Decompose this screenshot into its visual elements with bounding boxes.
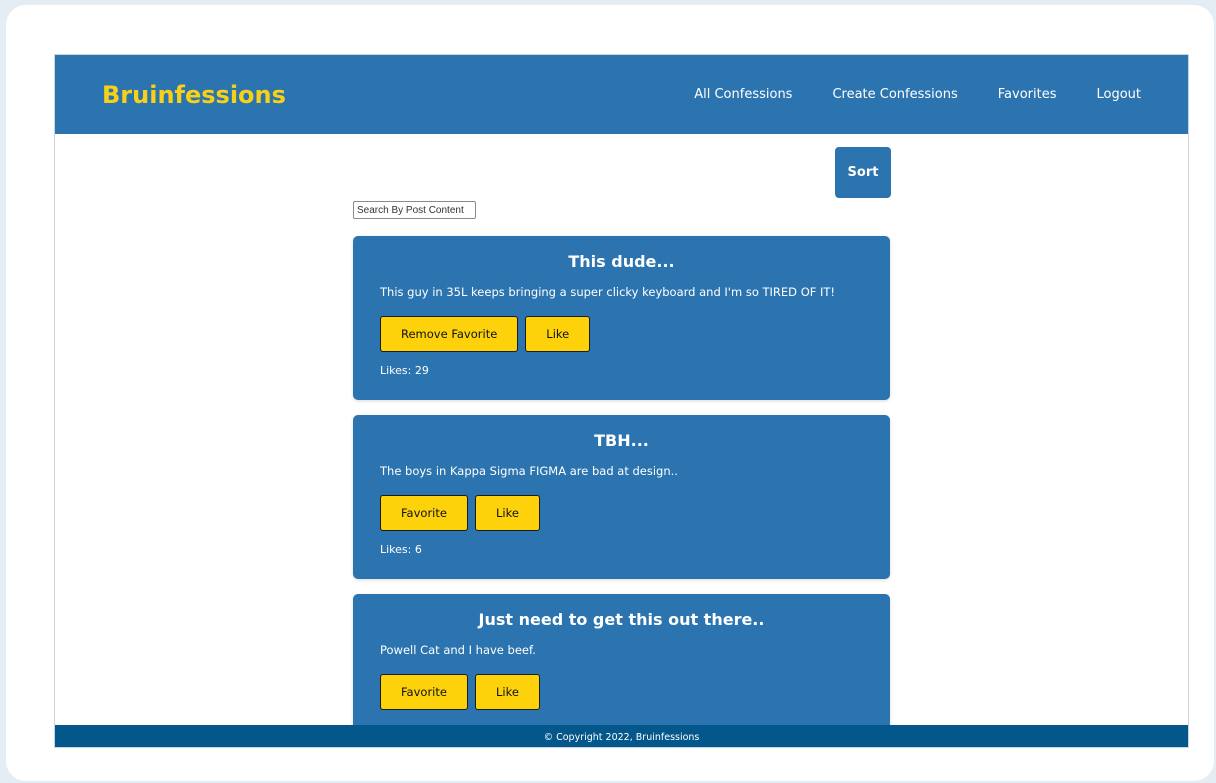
post-actions: Remove Favorite Like [380, 316, 863, 352]
nav-link-logout[interactable]: Logout [1096, 87, 1141, 102]
like-button[interactable]: Like [474, 674, 540, 710]
app-frame: Bruinfessions All Confessions Create Con… [54, 54, 1189, 748]
nav-link-create-confessions[interactable]: Create Confessions [832, 87, 957, 102]
navbar: Bruinfessions All Confessions Create Con… [55, 55, 1188, 134]
post-title: Just need to get this out there.. [478, 610, 765, 629]
nav-link-all-confessions[interactable]: All Confessions [694, 87, 792, 102]
nav-link-favorites[interactable]: Favorites [998, 87, 1057, 102]
post-actions: Favorite Like [380, 674, 863, 710]
post-actions: Favorite Like [380, 495, 863, 531]
post-card: This dude... This guy in 35L keeps bring… [353, 236, 890, 400]
post-body: The boys in Kappa Sigma FIGMA are bad at… [380, 464, 678, 478]
nav-links: All Confessions Create Confessions Favor… [654, 87, 1141, 102]
outer-card: Bruinfessions All Confessions Create Con… [6, 5, 1214, 781]
like-button[interactable]: Like [474, 495, 540, 531]
copyright-text: © Copyright 2022, Bruinfessions [543, 731, 700, 743]
remove-favorite-button[interactable]: Remove Favorite [380, 316, 519, 352]
favorite-button[interactable]: Favorite [380, 674, 468, 710]
favorite-button[interactable]: Favorite [380, 495, 468, 531]
sort-button[interactable]: Sort [835, 147, 891, 198]
search-input[interactable] [353, 201, 476, 219]
post-title: TBH... [594, 431, 649, 450]
likes-count: Likes: 6 [380, 543, 422, 556]
post-body: Powell Cat and I have beef. [380, 643, 536, 657]
like-button[interactable]: Like [525, 316, 591, 352]
post-title: This dude... [568, 252, 675, 271]
post-card: TBH... The boys in Kappa Sigma FIGMA are… [353, 415, 890, 579]
confession-feed: This dude... This guy in 35L keeps bring… [353, 236, 890, 747]
post-body: This guy in 35L keeps bringing a super c… [380, 285, 836, 299]
likes-count: Likes: 29 [380, 364, 429, 377]
brand-logo[interactable]: Bruinfessions [102, 81, 286, 109]
footer: © Copyright 2022, Bruinfessions [55, 725, 1188, 747]
